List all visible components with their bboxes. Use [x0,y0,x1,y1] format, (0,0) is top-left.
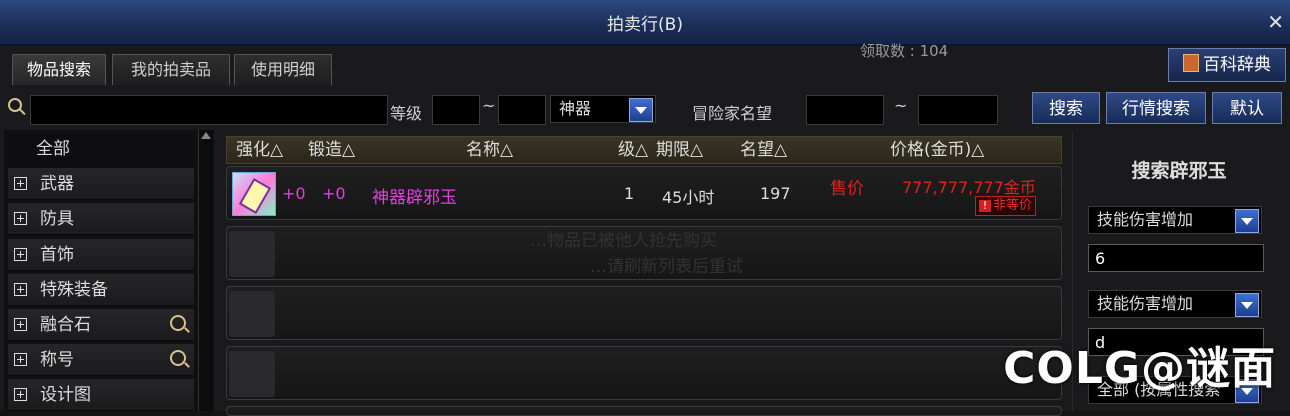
category-accessory[interactable]: 首饰 [8,239,194,271]
tab-item-search[interactable]: 物品搜索 [12,54,106,85]
zoom-icon[interactable] [170,315,186,331]
column-enhance[interactable]: 强化△ [236,137,283,163]
tab-my-listings[interactable]: 我的拍卖品 [112,54,230,85]
fame-range-separator: ~ [894,96,908,115]
category-label: 设计图 [40,385,91,405]
empty-listing-row-partial [226,406,1062,416]
listing-price: 777,777,777金币 [902,178,1036,197]
category-label: 特殊装备 [40,280,108,300]
window-title: 拍卖行(B) [607,15,683,35]
category-special-equipment[interactable]: 特殊装备 [8,274,194,306]
expand-icon[interactable] [14,388,27,401]
attribute-option-select-1[interactable]: 技能伤害增加 [1088,206,1262,234]
category-label: 融合石 [40,315,91,335]
option-selected-value: 技能伤害增加 [1097,210,1194,229]
level-to-input[interactable] [498,95,546,125]
listing-sale-label: 售价 [830,179,864,199]
column-fame[interactable]: 名望△ [740,137,787,163]
category-label: 首饰 [40,245,74,265]
close-icon[interactable]: ✕ [1267,10,1284,34]
attribute-option-select-2[interactable]: 技能伤害增加 [1088,290,1262,318]
level-from-input[interactable] [432,95,480,125]
market-search-button[interactable]: 行情搜索 [1106,92,1206,124]
category-weapon[interactable]: 武器 [8,168,194,200]
column-duration[interactable]: 期限△ [656,137,703,163]
non-equal-value-badge: ! 非等价 [975,196,1037,216]
listing-fame: 197 [760,184,791,203]
scroll-up-icon[interactable] [201,132,211,139]
search-button[interactable]: 搜索 [1032,92,1100,124]
rarity-selected-value: 神器 [559,99,592,118]
chevron-down-icon[interactable] [1235,209,1259,233]
category-title[interactable]: 称号 [8,344,194,376]
empty-listing-row [226,346,1062,400]
site-watermark: COLG@谜面 [1003,343,1276,394]
item-icon[interactable] [232,172,276,216]
column-price[interactable]: 价格(金币)△ [890,137,984,163]
warning-icon: ! [979,200,991,212]
listing-name: 神器辟邪玉 [372,188,457,208]
category-label: 防具 [40,209,74,229]
background-notice-text: …物品已被他人抢先购买 [530,231,717,251]
empty-item-slot [229,351,275,397]
category-label: 称号 [40,350,74,370]
option-selected-value: 技能伤害增加 [1097,294,1194,313]
zoom-icon[interactable] [170,350,186,366]
column-forge[interactable]: 锻造△ [308,137,355,163]
category-blueprint[interactable]: 设计图 [8,379,194,411]
encyclopedia-button[interactable]: 百科辞典 [1168,48,1286,82]
attribute-value-input-1[interactable]: 6 [1088,244,1264,272]
expand-icon[interactable] [14,212,27,225]
rarity-select[interactable]: 神器 [550,95,656,123]
book-icon [1183,54,1199,72]
level-label: 等级 [390,104,423,123]
expand-icon[interactable] [14,177,27,190]
sidebar-scrollbar[interactable] [198,130,213,411]
expand-icon[interactable] [14,318,27,331]
default-button[interactable]: 默认 [1212,92,1282,124]
column-name[interactable]: 名称△ [466,137,513,163]
category-all[interactable]: 全部 [8,134,194,164]
empty-listing-row [226,286,1062,340]
listing-forge: +0 [322,184,346,203]
expand-icon[interactable] [14,353,27,366]
category-fusion-stone[interactable]: 融合石 [8,309,194,341]
encyclopedia-label: 百科辞典 [1203,55,1271,75]
search-input[interactable] [30,95,388,125]
listing-duration: 45小时 [662,188,715,207]
fame-label: 冒险家名望 [692,104,773,123]
category-label: 武器 [40,174,74,194]
tab-usage-history[interactable]: 使用明细 [234,54,332,85]
background-notice-text: …请刷新列表后重试 [590,257,743,277]
badge-label: 非等价 [993,198,1033,213]
empty-item-slot [229,291,275,337]
empty-item-slot [229,231,275,277]
background-counter: 领取数 : 104 [860,42,949,60]
fame-to-input[interactable] [918,95,998,125]
column-level[interactable]: 级△ [618,137,648,163]
chevron-down-icon[interactable] [629,98,653,122]
expand-icon[interactable] [14,248,27,261]
listing-enhance: +0 [282,184,306,203]
chevron-down-icon[interactable] [1235,293,1259,317]
level-range-separator: ~ [482,96,496,115]
category-armor[interactable]: 防具 [8,203,194,235]
listing-level: 1 [624,184,635,203]
fame-from-input[interactable] [806,95,884,125]
attribute-search-title: 搜索辟邪玉 [1131,160,1227,182]
expand-icon[interactable] [14,283,27,296]
